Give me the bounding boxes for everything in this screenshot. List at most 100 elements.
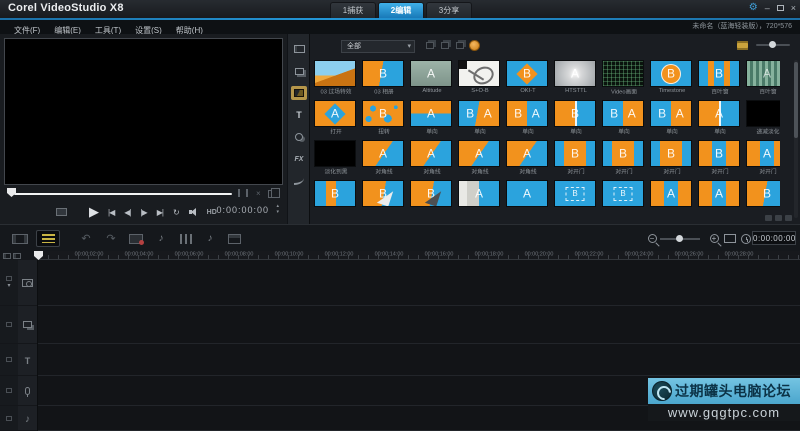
transition-item[interactable]: A单向: [408, 98, 456, 138]
zoom-slider-knob[interactable]: [676, 235, 683, 242]
transition-item[interactable]: B对开门: [600, 138, 648, 178]
storyboard-view-icon[interactable]: [8, 230, 32, 247]
track-toggle-video[interactable]: ▾: [0, 260, 18, 306]
import-media-icon[interactable]: [441, 42, 449, 49]
transition-item[interactable]: B百叶窗: [696, 58, 744, 98]
transition-item[interactable]: A: [456, 178, 504, 218]
transition-item[interactable]: B对开门: [648, 138, 696, 178]
transition-item[interactable]: BA单向: [648, 98, 696, 138]
transition-item[interactable]: BA单向: [456, 98, 504, 138]
tab-capture[interactable]: 1捕获: [330, 2, 376, 18]
transition-item[interactable]: A单向: [696, 98, 744, 138]
volume-icon[interactable]: [189, 208, 199, 216]
slider-knob[interactable]: [769, 41, 776, 48]
transition-item[interactable]: B: [360, 178, 408, 218]
transition-item[interactable]: AHTSTTL: [552, 58, 600, 98]
transition-item[interactable]: 淡化到黑: [312, 138, 360, 178]
play-button[interactable]: ▶: [89, 204, 98, 220]
sound-mixer-icon[interactable]: ♪: [149, 230, 173, 247]
transition-item[interactable]: B对开门: [696, 138, 744, 178]
track-toggle-voice[interactable]: [0, 376, 18, 406]
next-frame-button[interactable]: |▶: [140, 208, 146, 217]
hd-playback-toggle[interactable]: HD: [207, 209, 217, 216]
track-header-music[interactable]: [18, 406, 37, 431]
transition-item[interactable]: S+O-B: [456, 58, 504, 98]
transition-item[interactable]: A对角线: [504, 138, 552, 178]
transition-item[interactable]: A: [504, 178, 552, 218]
transition-item[interactable]: A对角线: [456, 138, 504, 178]
jump-start-button[interactable]: |◀: [108, 208, 114, 217]
track-header-title[interactable]: [18, 344, 37, 376]
timeline-timecode[interactable]: 0:00:00:00: [752, 231, 796, 245]
settings-gear-icon[interactable]: ⚙: [749, 2, 758, 14]
ruler-corner-icons[interactable]: [0, 251, 38, 260]
list-view-toggle-icon[interactable]: [737, 41, 748, 50]
tab-share[interactable]: 3分享: [426, 2, 472, 18]
trim-out-icon[interactable]: [246, 189, 248, 197]
preview-timecode[interactable]: 0:00:00:00: [216, 205, 269, 215]
transition-item[interactable]: 递减淡化: [744, 98, 780, 138]
transition-item[interactable]: BTimestone: [648, 58, 696, 98]
library-corner-controls[interactable]: [765, 215, 792, 221]
transition-item[interactable]: B对开门: [552, 138, 600, 178]
track-toggle-music[interactable]: [0, 406, 18, 431]
nav-graphics-icon[interactable]: [291, 130, 307, 144]
transition-item[interactable]: A: [696, 178, 744, 218]
track-header-video[interactable]: [18, 260, 37, 306]
nav-motion-path-icon[interactable]: [291, 174, 307, 188]
transition-item[interactable]: A对开门: [744, 138, 780, 178]
nav-filters-icon[interactable]: FX: [291, 152, 307, 166]
scrubber-handle[interactable]: [7, 188, 16, 197]
library-scrollbar[interactable]: [794, 60, 798, 218]
nav-titles-icon[interactable]: T: [291, 108, 307, 122]
trim-in-icon[interactable]: [238, 189, 240, 197]
track-toggle-title[interactable]: [0, 344, 18, 376]
transition-item[interactable]: A对角线: [408, 138, 456, 178]
copy-clip-icon[interactable]: [268, 190, 275, 198]
transition-item[interactable]: B扭转: [360, 98, 408, 138]
transition-item[interactable]: B: [408, 178, 456, 218]
minimize-button[interactable]: –: [765, 2, 770, 14]
video-preview[interactable]: [4, 38, 283, 185]
transition-item[interactable]: B: [744, 178, 780, 218]
jump-end-button[interactable]: ▶|: [157, 208, 163, 217]
auto-music-icon[interactable]: [174, 230, 198, 247]
nav-transitions-icon[interactable]: [291, 86, 307, 100]
track-header-overlay[interactable]: [18, 306, 37, 344]
transition-item[interactable]: 03 过场特效: [312, 58, 360, 98]
scrollbar-thumb[interactable]: [794, 62, 798, 138]
timeline-view-icon[interactable]: [36, 230, 60, 247]
sort-icon[interactable]: [426, 42, 434, 49]
close-button[interactable]: ×: [791, 2, 796, 14]
track-toggle-overlay[interactable]: [0, 306, 18, 344]
scrubber-track[interactable]: [14, 193, 232, 195]
gallery-dropdown[interactable]: 全部 ▾: [341, 40, 415, 53]
tab-edit[interactable]: 2编辑: [378, 2, 424, 18]
transition-item[interactable]: A打开: [312, 98, 360, 138]
transition-item[interactable]: B03 相册: [360, 58, 408, 98]
prev-frame-button[interactable]: ◀|: [124, 208, 130, 217]
transition-item[interactable]: B: [312, 178, 360, 218]
delete-clip-icon[interactable]: ×: [256, 189, 261, 198]
browse-badge-icon[interactable]: [469, 40, 480, 51]
transition-item[interactable]: BOKI-T: [504, 58, 552, 98]
split-clip-icon[interactable]: [56, 208, 67, 216]
timeline-ruler-scale[interactable]: 00:00:02:0000:00:04:0000:00:06:0000:00:0…: [38, 251, 800, 260]
transition-item[interactable]: A百叶窗: [744, 58, 780, 98]
motion-tracking-icon[interactable]: ♪: [198, 230, 222, 247]
nav-media-icon[interactable]: [291, 42, 307, 56]
track-lane-title[interactable]: [38, 344, 800, 376]
transition-item[interactable]: B单向: [552, 98, 600, 138]
transition-item[interactable]: Video画面: [600, 58, 648, 98]
export-media-icon[interactable]: [456, 42, 464, 49]
transition-item[interactable]: B: [600, 178, 648, 218]
nav-instant-project-icon[interactable]: [291, 64, 307, 78]
restore-button[interactable]: [777, 5, 784, 11]
record-capture-icon[interactable]: [124, 230, 148, 247]
transition-item[interactable]: BA单向: [504, 98, 552, 138]
transition-item[interactable]: BA单向: [600, 98, 648, 138]
track-header-voice[interactable]: [18, 376, 37, 406]
track-manager-icon[interactable]: [222, 230, 246, 247]
repeat-button[interactable]: ↻: [173, 208, 179, 217]
transition-item[interactable]: AAltitude: [408, 58, 456, 98]
